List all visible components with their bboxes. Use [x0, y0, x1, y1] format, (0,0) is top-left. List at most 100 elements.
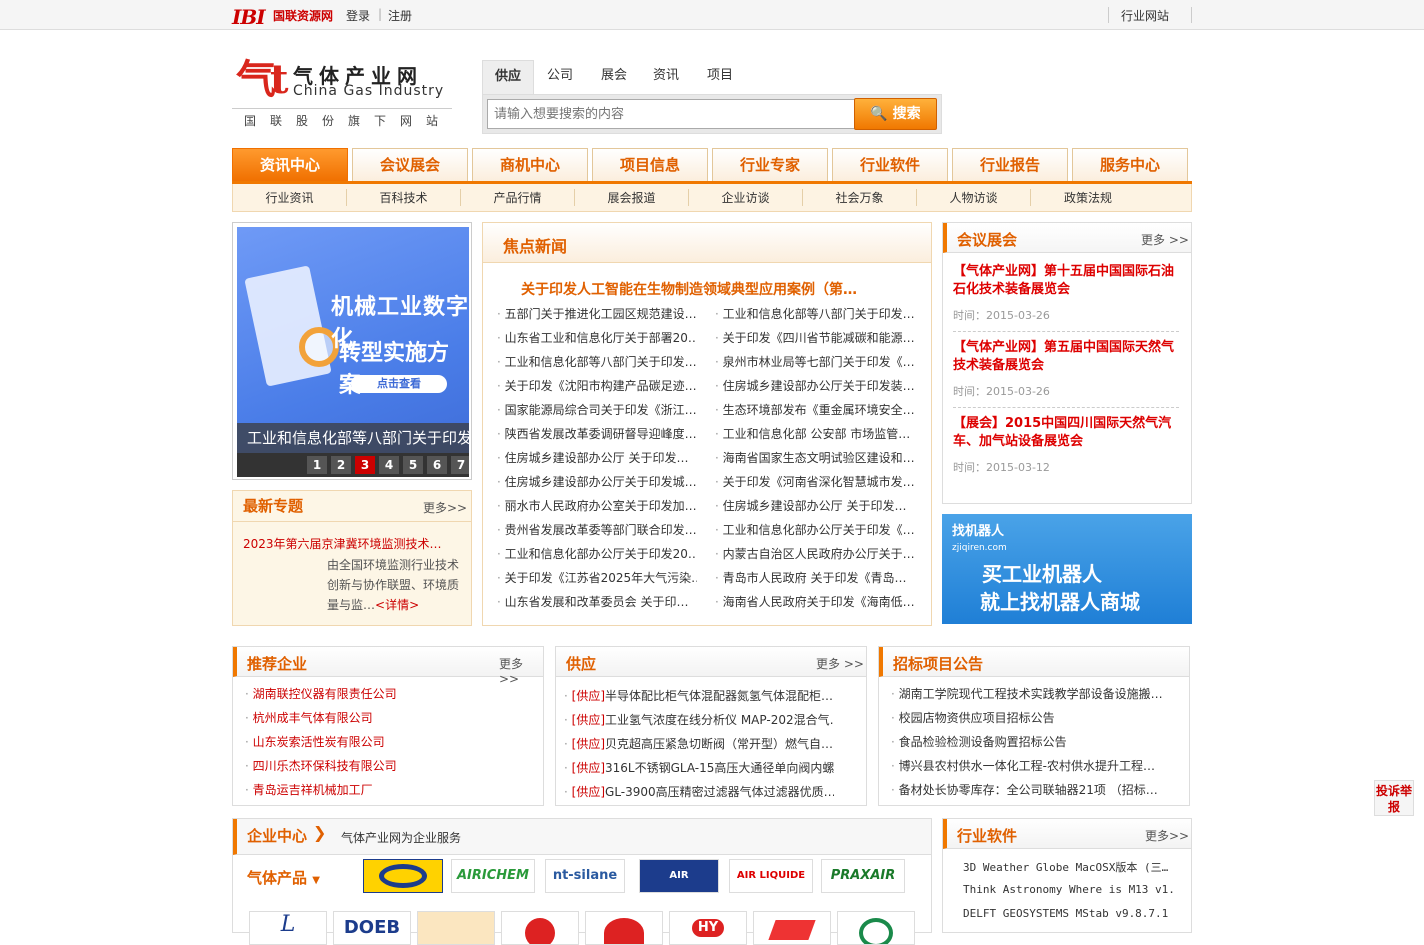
- pager-dot[interactable]: 2: [331, 456, 351, 474]
- news-link[interactable]: 工业和信息化部 公安部 市场监管…: [715, 425, 915, 442]
- nav-business[interactable]: 商机中心: [472, 148, 588, 181]
- bid-link[interactable]: 备材处长协零库存：全公司联轴器21项 （招标…: [891, 781, 1175, 798]
- news-link[interactable]: 关于印发《江苏省2025年大气污染…: [497, 569, 697, 586]
- tab-news[interactable]: 资讯: [644, 60, 688, 96]
- site-logo-mark[interactable]: 气t: [236, 60, 289, 100]
- subnav-item[interactable]: 产品行情: [461, 189, 575, 206]
- bid-link[interactable]: 校园店物资供应项目招标公告: [891, 709, 1175, 726]
- meeting-link[interactable]: 【气体产业网】第十五届中国国际石油石化技术装备展览会: [953, 263, 1181, 299]
- nav-reports[interactable]: 行业报告: [952, 148, 1068, 181]
- news-link[interactable]: 工业和信息化部等八部门关于印发…: [715, 305, 915, 322]
- subnav-item[interactable]: 企业访谈: [689, 189, 803, 206]
- news-link[interactable]: 生态环境部发布《重金属环境安全…: [715, 401, 915, 418]
- news-link[interactable]: 国家能源局综合司关于印发《浙江…: [497, 401, 697, 418]
- news-link[interactable]: 丽水市人民政府办公室关于印发加…: [497, 497, 697, 514]
- news-link[interactable]: 贵州省发展改革委等部门联合印发…: [497, 521, 697, 538]
- news-link[interactable]: 关于印发《四川省节能减碳和能源…: [715, 329, 915, 346]
- news-link[interactable]: 住房城乡建设部办公厅关于印发装…: [715, 377, 915, 394]
- company-link[interactable]: 山东炭索活性炭有限公司: [245, 733, 535, 750]
- search-input[interactable]: [487, 99, 855, 129]
- news-link[interactable]: 泉州市林业局等七部门关于印发《…: [715, 353, 915, 370]
- topic-link[interactable]: 2023年第六届京津冀环境监测技术…: [243, 535, 442, 552]
- company-logo[interactable]: [501, 911, 579, 945]
- news-link[interactable]: 陕西省发展改革委调研督导迎峰度…: [497, 425, 697, 442]
- nav-news-center[interactable]: 资讯中心: [232, 148, 348, 181]
- bid-link[interactable]: 博兴县农村供水一体化工程-农村供水提升工程…: [891, 757, 1175, 774]
- news-link[interactable]: 海南省国家生态文明试验区建设和…: [715, 449, 915, 466]
- nav-experts[interactable]: 行业专家: [712, 148, 828, 181]
- software-link[interactable]: Think Astronomy Where is M13 v1.…: [963, 883, 1173, 896]
- company-logo[interactable]: L: [249, 911, 327, 945]
- more-link[interactable]: 更多>>: [423, 499, 467, 516]
- news-link[interactable]: 关于印发《沈阳市构建产品碳足迹…: [497, 377, 697, 394]
- headline-link[interactable]: 关于印发人工智能在生物制造领域典型应用案例（第…: [521, 279, 891, 299]
- company-logo[interactable]: [417, 911, 495, 945]
- subnav-item[interactable]: 行业资讯: [233, 189, 347, 206]
- company-logo[interactable]: DOEB: [333, 911, 411, 945]
- software-link[interactable]: DELFT GEOSYSTEMS MStab v9.8.7.1 …: [963, 907, 1173, 920]
- news-link[interactable]: 海南省人民政府关于印发《海南低…: [715, 593, 915, 610]
- nav-meetings[interactable]: 会议展会: [352, 148, 468, 181]
- detail-link[interactable]: <详情>: [375, 598, 419, 612]
- company-logo[interactable]: [363, 859, 443, 893]
- nav-service[interactable]: 服务中心: [1072, 148, 1188, 181]
- company-link[interactable]: 四川乐杰环保科技有限公司: [245, 757, 535, 774]
- robot-mall-ad[interactable]: 找机器人 zjiqiren.com 买工业机器人 就上找机器人商城: [942, 514, 1192, 624]
- company-link[interactable]: 杭州成丰气体有限公司: [245, 709, 535, 726]
- pager-dot[interactable]: 5: [403, 456, 423, 474]
- pager-dot[interactable]: 4: [379, 456, 399, 474]
- news-link[interactable]: 五部门关于推进化工园区规范建设…: [497, 305, 697, 322]
- supply-link[interactable]: [供应]316L不锈钢GLA-15高压大通径单向阀内螺…: [564, 759, 834, 776]
- company-logo[interactable]: PRAXAIR: [821, 859, 905, 893]
- news-link[interactable]: 青岛市人民政府 关于印发《青岛…: [715, 569, 915, 586]
- subnav-item[interactable]: 百科技术: [347, 189, 461, 206]
- company-logo[interactable]: AIR LIQUIDE: [729, 859, 813, 893]
- news-link[interactable]: 山东省发展和改革委员会 关于印…: [497, 593, 697, 610]
- tab-project[interactable]: 项目: [698, 60, 742, 96]
- ibi-logo[interactable]: IBI: [232, 5, 266, 29]
- gas-products-dropdown[interactable]: 气体产品 ▼: [247, 867, 320, 888]
- company-logo[interactable]: [837, 911, 915, 945]
- software-link[interactable]: 3D Weather Globe MacOSX版本 (三…: [963, 859, 1173, 875]
- company-logo[interactable]: [753, 911, 831, 945]
- news-link[interactable]: 工业和信息化部办公厅关于印发《…: [715, 521, 915, 538]
- more-link[interactable]: 更多 >>: [816, 655, 864, 672]
- banner-caption[interactable]: 工业和信息化部等八部门关于印发: [237, 423, 469, 453]
- pager-dot[interactable]: 1: [307, 456, 327, 474]
- supply-link[interactable]: [供应]工业氢气浓度在线分析仪 MAP-202混合气…: [564, 711, 834, 728]
- subnav-item[interactable]: 人物访谈: [917, 189, 1031, 206]
- network-logo[interactable]: 国联资源网: [273, 7, 333, 24]
- pager-dot[interactable]: 6: [427, 456, 447, 474]
- banner-image[interactable]: 机械工业数字化 转型实施方案 点击查看 工业和信息化部等八部门关于印发 1 2 …: [237, 227, 469, 477]
- subnav-item[interactable]: 社会万象: [803, 189, 917, 206]
- register-link[interactable]: 注册: [388, 7, 412, 24]
- pager-dot[interactable]: 7: [451, 456, 469, 474]
- company-logo[interactable]: HY: [669, 911, 747, 945]
- more-link[interactable]: 更多>>: [499, 655, 543, 686]
- tab-exhibition[interactable]: 展会: [592, 60, 636, 96]
- bid-link[interactable]: 湖南工学院现代工程技术实践教学部设备设施搬…: [891, 685, 1175, 702]
- supply-link[interactable]: [供应]GL-3900高压精密过滤器气体过滤器优质…: [564, 783, 834, 800]
- news-link[interactable]: 内蒙古自治区人民政府办公厅关于…: [715, 545, 915, 562]
- bid-link[interactable]: 食品检验检测设备购置招标公告: [891, 733, 1175, 750]
- meeting-link[interactable]: 【展会】2015中国四川国际天然气汽车、加气站设备展览会: [953, 415, 1181, 451]
- more-link[interactable]: 更多 >>: [1141, 231, 1189, 248]
- tab-company[interactable]: 公司: [538, 60, 582, 96]
- supply-link[interactable]: [供应]贝克超高压紧急切断阀（常开型）燃气自…: [564, 735, 834, 752]
- subnav-item[interactable]: 展会报道: [575, 189, 689, 206]
- news-link[interactable]: 住房城乡建设部办公厅 关于印发…: [497, 449, 697, 466]
- pager-dot-active[interactable]: 3: [355, 456, 375, 474]
- nav-software[interactable]: 行业软件: [832, 148, 948, 181]
- login-link[interactable]: 登录: [346, 7, 370, 24]
- company-logo[interactable]: nt-silane: [545, 859, 625, 893]
- search-button[interactable]: 🔍 搜索: [854, 98, 937, 130]
- news-link[interactable]: 住房城乡建设部办公厅 关于印发…: [715, 497, 915, 514]
- supply-link[interactable]: [供应]半导体配比柜气体混配器氮氢气体混配柜…: [564, 687, 834, 704]
- subnav-item[interactable]: 政策法规: [1031, 189, 1145, 206]
- news-link[interactable]: 工业和信息化部办公厅关于印发20…: [497, 545, 697, 562]
- banner-slider[interactable]: 机械工业数字化 转型实施方案 点击查看 工业和信息化部等八部门关于印发 1 2 …: [232, 222, 472, 480]
- company-logo[interactable]: AIRICHEM: [451, 859, 535, 893]
- news-link[interactable]: 住房城乡建设部办公厅关于印发城…: [497, 473, 697, 490]
- tab-supply[interactable]: 供应: [482, 60, 534, 96]
- company-logo[interactable]: [585, 911, 663, 945]
